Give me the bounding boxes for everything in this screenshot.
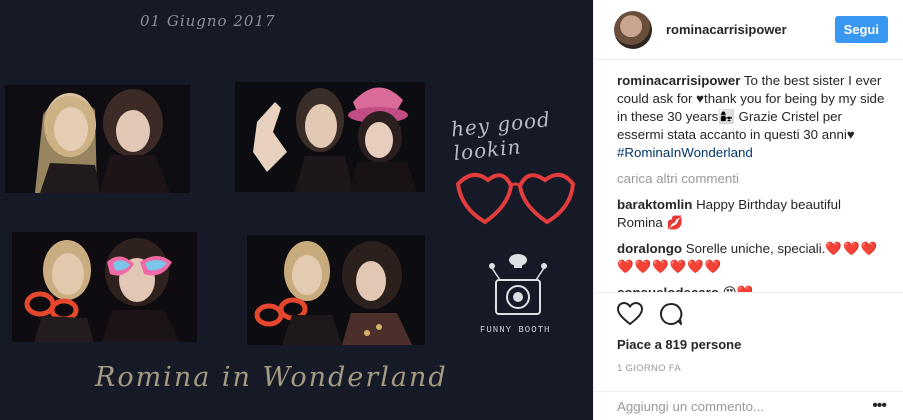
comment-text: Sorelle uniche, speciali.	[682, 241, 826, 256]
post-header: rominacarrisipower Segui	[594, 0, 903, 60]
comment-emoji: 😍❤️	[723, 285, 753, 292]
post-time: 1 GIORNO FA	[617, 363, 682, 374]
comment-username[interactable]: doralongo	[617, 241, 682, 256]
caption-heart: ♥	[696, 91, 704, 106]
photo-side-text: hey good lookin	[449, 107, 552, 166]
comment-item: baraktomlin Happy Birthday beautiful Rom…	[617, 196, 886, 232]
load-more-comments[interactable]: carica altri commenti	[617, 170, 886, 188]
likes-count[interactable]: Piace a 819 persone	[617, 337, 886, 352]
follow-button[interactable]: Segui	[834, 16, 888, 43]
post-photo[interactable]: 01 Giugno 2017 hey good lookin FUNNY BOO…	[0, 0, 593, 420]
booth-picture-4	[247, 235, 425, 345]
comment-item: doralongo Sorelle uniche, speciali.❤️❤️❤…	[617, 240, 886, 276]
heart-icon[interactable]	[617, 302, 643, 326]
booth-label-text: FUNNY BOOTH	[480, 325, 551, 335]
comment-username[interactable]: baraktomlin	[617, 197, 692, 212]
caption-heart-2: ♥	[846, 127, 855, 142]
caption-emoji: 👩‍👧	[718, 109, 735, 124]
comment-icon[interactable]	[659, 302, 683, 326]
add-comment-bar: Aggiungi un commento... •••	[594, 391, 903, 420]
header-username[interactable]: rominacarrisipower	[666, 22, 835, 37]
comments-section: rominacarrisipower To the best sister I …	[594, 60, 903, 292]
booth-picture-2	[235, 82, 425, 192]
more-options-icon[interactable]: •••	[872, 397, 887, 415]
heart-glasses-graphic	[455, 172, 576, 225]
comment-item: consuelodecaro 😍❤️	[617, 284, 886, 292]
comment-username[interactable]: consuelodecaro	[617, 285, 719, 292]
avatar[interactable]	[614, 10, 652, 49]
caption: rominacarrisipower To the best sister I …	[617, 72, 886, 162]
post-sidebar: rominacarrisipower Segui rominacarrisipo…	[593, 0, 903, 420]
booth-picture-1	[5, 85, 190, 193]
booth-picture-3	[12, 232, 197, 342]
caption-hashtag[interactable]: #RominaInWonderland	[617, 145, 753, 160]
photo-title-text: Romina in Wonderland	[95, 362, 448, 393]
comment-emoji: 💋	[666, 215, 684, 230]
photo-date-text: 01 Giugno 2017	[140, 12, 276, 30]
add-comment-input[interactable]: Aggiungi un commento...	[617, 399, 872, 414]
caption-username[interactable]: rominacarrisipower	[617, 73, 740, 88]
